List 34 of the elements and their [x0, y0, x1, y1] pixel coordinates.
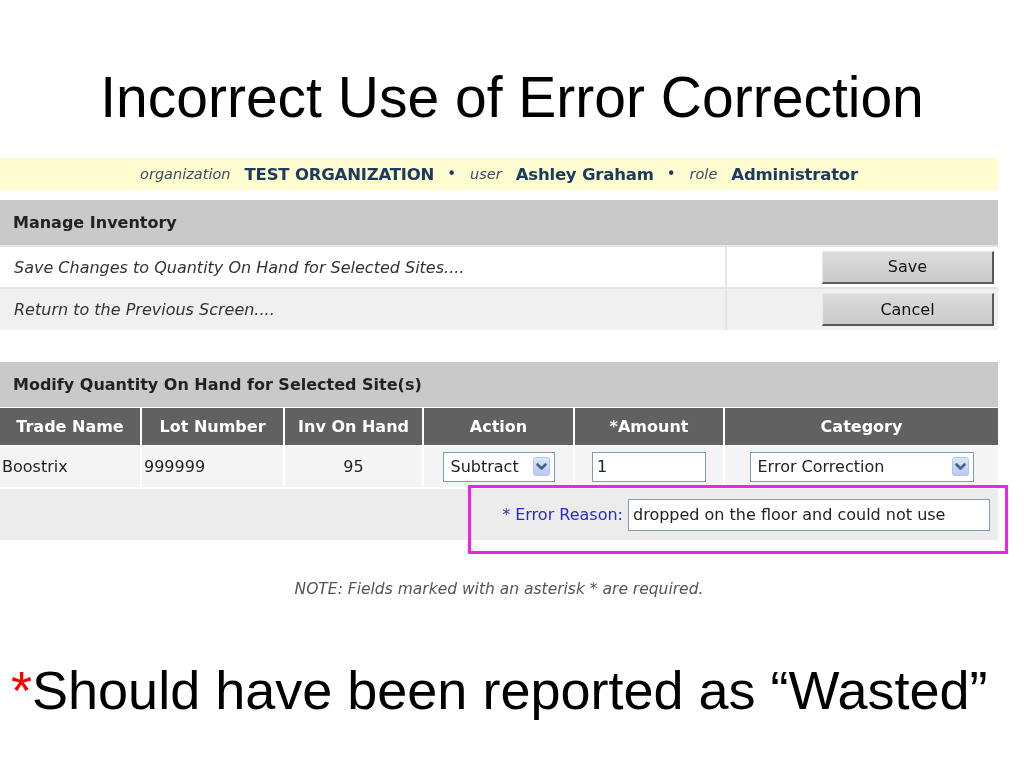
- table-cell: Boostrix: [0, 446, 140, 487]
- context-label: role: [689, 166, 718, 182]
- context-value: Ashley Graham: [515, 164, 654, 184]
- table-cell: 95: [285, 446, 422, 487]
- note-text: NOTE: Fields marked with an asterisk * are required.: [293, 580, 705, 599]
- bullet-separator: •: [447, 165, 457, 183]
- context-value: TEST ORGANIZATION: [244, 164, 435, 184]
- action-description: Return to the Previous Screen....: [0, 289, 725, 330]
- table-cell: 999999: [142, 446, 283, 487]
- chevron-down-icon: [532, 457, 550, 476]
- dropdown[interactable]: Subtract: [442, 451, 555, 482]
- column-header: Lot Number: [142, 408, 283, 445]
- context-value: Administrator: [731, 164, 858, 184]
- chevron-down-icon: [951, 457, 969, 476]
- footnote-text: Should have been reported as “Wasted”: [32, 659, 988, 721]
- context-label: organization: [140, 166, 231, 182]
- context-label: user: [470, 166, 502, 182]
- dropdown[interactable]: Error Correction: [749, 451, 974, 482]
- column-header: Category: [725, 408, 998, 445]
- column-header: Trade Name: [0, 408, 140, 445]
- action-description: Save Changes to Quantity On Hand for Selected Sites....: [0, 247, 725, 287]
- panel-header: Manage Inventory: [0, 200, 998, 245]
- slide-title: Incorrect Use of Error Correction: [99, 64, 925, 130]
- column-header: Inv On Hand: [285, 408, 422, 445]
- footnote-marker: *: [11, 659, 32, 721]
- panel-header: Modify Quantity On Hand for Selected Site(s): [0, 362, 998, 407]
- action-button[interactable]: Save: [822, 250, 994, 284]
- action-button[interactable]: Cancel: [822, 293, 994, 326]
- input-field[interactable]: 1: [592, 451, 706, 482]
- input-field[interactable]: dropped on the floor and could not use: [628, 498, 990, 531]
- bullet-separator: •: [666, 165, 676, 183]
- column-header: Action: [424, 408, 573, 445]
- column-header: *Amount: [575, 408, 723, 445]
- field-label: * Error Reason:: [502, 505, 623, 524]
